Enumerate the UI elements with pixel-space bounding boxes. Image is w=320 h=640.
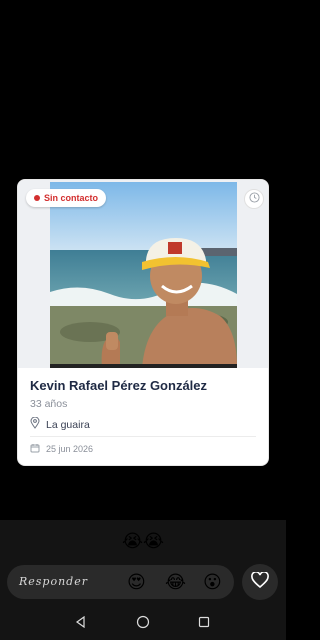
card-divider [30, 436, 256, 437]
clock-button[interactable] [244, 189, 264, 209]
quick-reactions[interactable]: 😭😭 [0, 528, 286, 554]
story-screen: Sin contacto Kevin Rafael Pérez González… [0, 0, 286, 640]
heart-icon [251, 570, 269, 593]
reaction-heart-eyes[interactable]: 😍 [127, 570, 146, 594]
date-label: 25 jun 2026 [46, 444, 94, 454]
person-age: 33 años [30, 398, 68, 410]
nav-back-button[interactable] [71, 614, 91, 634]
person-photo [50, 182, 237, 368]
status-badge: Sin contacto [26, 189, 107, 207]
reply-placeholder: Responder [19, 575, 88, 588]
calendar-icon [30, 443, 40, 455]
status-badge-label: Sin contacto [44, 193, 99, 203]
reaction-surprised[interactable]: 😮 [203, 570, 222, 594]
nav-home-button[interactable] [133, 614, 153, 634]
clock-icon [248, 190, 260, 208]
recents-square-icon [198, 615, 210, 633]
location-label: La guaira [46, 418, 90, 431]
photo-area: Sin contacto [18, 180, 268, 368]
person-location: La guaira [30, 416, 90, 432]
home-circle-icon [136, 615, 150, 634]
status-dot [34, 195, 40, 201]
nav-recents-button[interactable] [194, 614, 214, 634]
reaction-laughing[interactable]: 😂 [165, 570, 186, 594]
back-triangle-icon [75, 615, 87, 633]
person-name: Kevin Rafael Pérez González [30, 378, 208, 393]
like-button[interactable] [242, 564, 278, 600]
report-date: 25 jun 2026 [30, 443, 93, 455]
missing-person-card[interactable]: Sin contacto Kevin Rafael Pérez González… [17, 179, 269, 466]
location-pin-icon [30, 416, 40, 432]
